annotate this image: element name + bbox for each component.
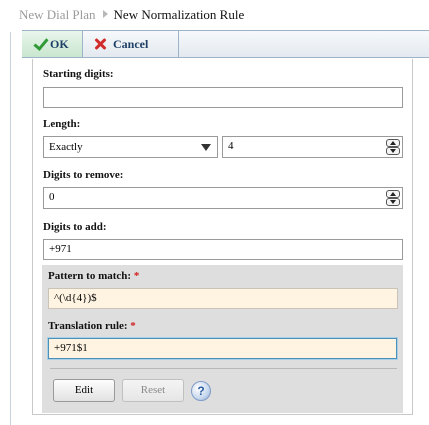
digits-to-remove-label: Digits to remove: bbox=[43, 169, 124, 181]
length-mode-select[interactable]: Exactly bbox=[43, 136, 218, 158]
length-mode-value: Exactly bbox=[49, 141, 83, 153]
pattern-to-match-input[interactable]: ^(\d{4})$ bbox=[48, 288, 398, 309]
translation-rule-label: Translation rule: * bbox=[48, 320, 136, 332]
ok-button-label: OK bbox=[50, 36, 69, 51]
breadcrumb: New Dial Plan New Normalization Rule bbox=[19, 7, 244, 27]
digits-to-add-label: Digits to add: bbox=[43, 221, 107, 233]
edit-button[interactable]: Edit bbox=[53, 379, 115, 402]
digits-to-add-input[interactable]: +971 bbox=[43, 239, 403, 260]
page-title: New Normalization Rule bbox=[113, 7, 245, 22]
pattern-to-match-label-text: Pattern to match: bbox=[48, 270, 132, 282]
spin-up-icon[interactable] bbox=[386, 139, 400, 147]
digits-to-remove-value: 0 bbox=[49, 191, 55, 203]
translation-rule-label-text: Translation rule: bbox=[48, 320, 128, 332]
left-divider bbox=[10, 32, 11, 425]
spin-up-icon[interactable] bbox=[386, 190, 400, 198]
section-divider bbox=[50, 368, 397, 369]
starting-digits-label: Starting digits: bbox=[43, 68, 114, 80]
reset-button[interactable]: Reset bbox=[122, 379, 184, 402]
checkmark-icon bbox=[34, 36, 44, 49]
length-label: Length: bbox=[43, 118, 81, 130]
cancel-button-label: Cancel bbox=[113, 36, 149, 51]
required-marker: * bbox=[133, 270, 140, 282]
starting-digits-input[interactable] bbox=[43, 87, 403, 108]
cancel-button[interactable]: Cancel bbox=[84, 31, 179, 57]
close-icon bbox=[94, 38, 106, 50]
breadcrumb-separator-icon bbox=[102, 10, 108, 18]
chevron-down-icon[interactable] bbox=[201, 144, 211, 151]
spin-down-icon[interactable] bbox=[386, 147, 400, 155]
translation-rule-input[interactable]: +971$1 bbox=[48, 338, 397, 359]
toolbar: OK Cancel bbox=[22, 30, 429, 58]
length-number-input[interactable]: 4 bbox=[222, 136, 403, 158]
length-number-value: 4 bbox=[228, 140, 234, 152]
pattern-to-match-label: Pattern to match: * bbox=[48, 270, 139, 282]
help-icon[interactable]: ? bbox=[191, 381, 211, 401]
breadcrumb-parent-link[interactable]: New Dial Plan bbox=[19, 7, 96, 22]
ok-button[interactable]: OK bbox=[22, 31, 83, 57]
spin-down-icon[interactable] bbox=[386, 198, 400, 206]
length-spinner[interactable] bbox=[386, 139, 400, 155]
required-marker: * bbox=[130, 320, 136, 332]
digits-to-remove-input[interactable]: 0 bbox=[43, 187, 403, 209]
digits-to-remove-spinner[interactable] bbox=[386, 190, 400, 206]
